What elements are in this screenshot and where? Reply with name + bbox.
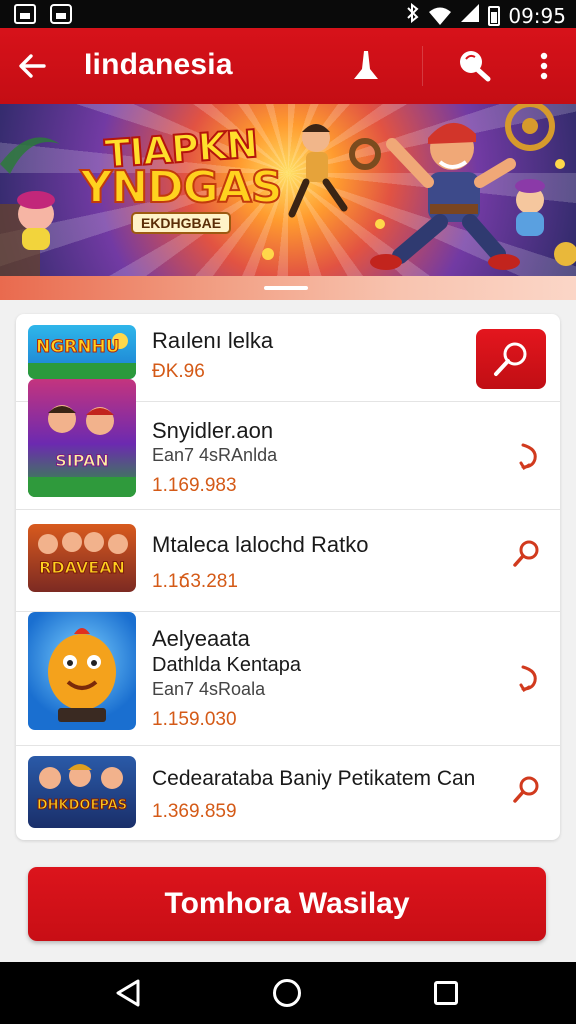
item-title: Raılenı lelka xyxy=(152,328,274,353)
download-icon xyxy=(50,4,72,24)
app-title: Iindanesia xyxy=(84,48,233,81)
wifi-icon xyxy=(428,6,452,26)
nav-home-button[interactable] xyxy=(269,975,305,1011)
status-time: 09:95 xyxy=(508,3,566,28)
game-list-card: NGRNHU Raılenı lelka ƉK.96 SIPAN Snyidle… xyxy=(16,314,560,840)
item-action-button[interactable] xyxy=(504,532,548,576)
curved-arrow-icon xyxy=(519,665,537,693)
search-icon xyxy=(460,51,491,82)
nav-recents-button[interactable] xyxy=(428,975,464,1011)
item-price: 1.1ճ3.281 xyxy=(152,571,238,592)
system-nav-bar xyxy=(0,962,576,1024)
game-thumbnail: RDAVEAN xyxy=(28,524,136,592)
game-thumbnail: NGRNHU xyxy=(28,325,136,379)
more-vert-icon xyxy=(540,52,548,80)
back-button[interactable] xyxy=(14,48,50,84)
image-icon xyxy=(14,4,36,24)
list-item[interactable]: SIPAN Snyidler.aon Ean7 4sRAnlda 1.169.9… xyxy=(16,379,560,510)
status-bar: 09:95 xyxy=(0,0,576,28)
primary-cta-button[interactable]: Tomhora Wasilay xyxy=(28,867,546,941)
game-thumbnail xyxy=(28,612,136,730)
thumbnail-logo-text: RDAVEAN xyxy=(39,558,126,578)
search-tile-button[interactable] xyxy=(476,329,546,389)
list-item-text: Mtaleca lalochd Ratko 1.1ճ3.281 xyxy=(152,532,368,594)
search-icon xyxy=(513,540,539,567)
game-thumbnail: SIPAN xyxy=(28,379,136,497)
list-item-text: Aelyeaata Dathlda Kentapa Ean7 4sRoala 1… xyxy=(152,626,301,732)
item-action-button[interactable] xyxy=(504,768,548,812)
item-title: Cedearataba Baniy Petikatem Can xyxy=(152,767,476,790)
game-thumbnail: DHKDOEPAS xyxy=(28,756,136,828)
list-item[interactable]: RDAVEAN Mtaleca lalochd Ratko 1.1ճ3.281 xyxy=(16,510,560,612)
promo-banner[interactable]: TIAPKN YNDGAS EKDHGBAE xyxy=(0,104,576,276)
item-price: 1.159.030 xyxy=(152,709,237,730)
app-bar-divider xyxy=(422,46,423,86)
nav-back-button[interactable] xyxy=(110,975,146,1011)
signal-icon xyxy=(460,3,480,28)
item-title: Mtaleca lalochd Ratko xyxy=(152,532,369,557)
recent-square-icon xyxy=(434,981,458,1005)
item-price: 1.169.983 xyxy=(152,475,237,496)
item-action-button[interactable] xyxy=(508,656,552,700)
list-item-text: Snyidler.aon Ean7 4sRAnlda 1.169.983 xyxy=(152,418,277,498)
curved-arrow-icon xyxy=(519,443,537,471)
search-button[interactable] xyxy=(452,44,496,88)
item-subtitle: Dathlda Kentapa xyxy=(152,654,302,676)
battery-icon xyxy=(488,5,501,26)
pin-icon xyxy=(354,51,378,79)
home-circle-icon xyxy=(273,979,301,1007)
app-bar: Iindanesia xyxy=(0,28,576,104)
item-meta: Ean7 4sRoala xyxy=(152,679,266,699)
list-item-text: Raılenı lelka ƉK.96 xyxy=(152,328,273,384)
status-left-icons xyxy=(14,4,72,24)
list-item[interactable]: DHKDOEPAS Cedearataba Baniy Petikatem Ca… xyxy=(16,746,560,840)
carousel-handle[interactable] xyxy=(264,286,308,290)
search-icon xyxy=(494,342,527,376)
item-price: 1.369.859 xyxy=(152,801,237,822)
banner-logo: TIAPKN YNDGAS EKDHGBAE xyxy=(66,121,296,234)
banner-subtitle: EKDHGBAE xyxy=(130,212,232,234)
thumbnail-art xyxy=(48,628,116,722)
item-title: Aelyeaata xyxy=(152,626,250,651)
status-right-icons: 09:95 xyxy=(406,2,566,28)
item-action-button[interactable] xyxy=(508,434,552,478)
item-subtitle: Ean7 4sRAnlda xyxy=(152,445,278,465)
more-button[interactable] xyxy=(524,44,564,88)
back-triangle-icon xyxy=(116,979,140,1007)
thumbnail-logo-text: DHKDOEPAS xyxy=(36,798,128,814)
thumbnail-art xyxy=(39,764,123,789)
thumbnail-logo-text: SIPAN xyxy=(55,451,110,471)
back-arrow-icon xyxy=(19,54,46,78)
bluetooth-icon xyxy=(406,2,420,28)
thumbnail-art xyxy=(28,405,136,497)
thumbnail-logo-text: NGRNHU xyxy=(36,337,121,358)
list-item[interactable]: Aelyeaata Dathlda Kentapa Ean7 4sRoala 1… xyxy=(16,612,560,746)
item-price: ƉK.96 xyxy=(152,361,205,382)
list-item-text: Cedearataba Baniy Petikatem Can 1.369.85… xyxy=(152,766,475,824)
item-title: Snyidler.aon xyxy=(152,418,274,443)
search-icon xyxy=(513,776,539,803)
pin-button[interactable] xyxy=(344,44,388,88)
